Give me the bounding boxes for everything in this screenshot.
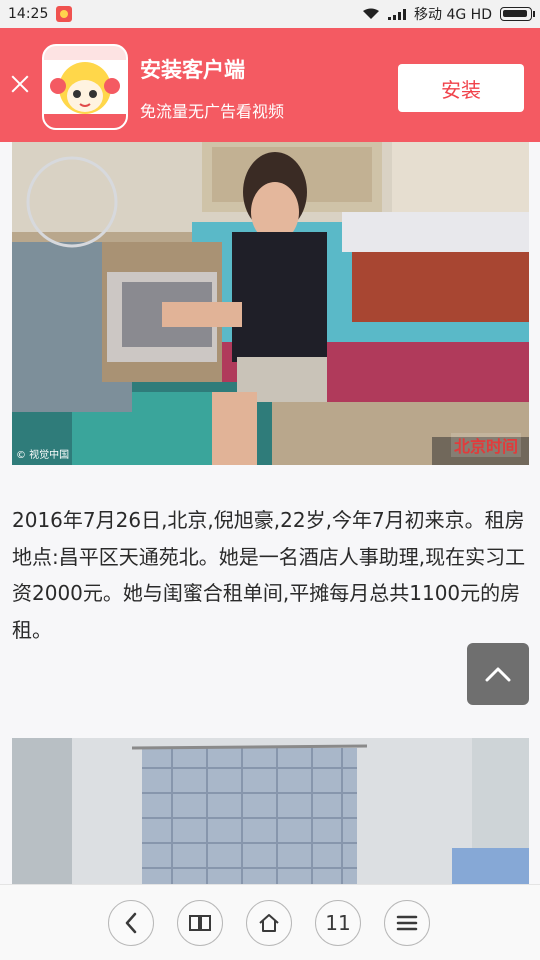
notification-icon — [56, 6, 73, 22]
article-paragraph: 2016年7月26日,北京,倪旭豪,22岁,今年7月初来京。租房地点:昌平区天通… — [12, 508, 526, 642]
banner-subtitle: 免流量无广告看视频 — [140, 102, 285, 121]
status-left: 14:25 — [8, 6, 73, 22]
status-time: 14:25 — [8, 6, 49, 22]
install-button[interactable]: 安装 — [398, 64, 524, 112]
book-icon — [189, 915, 211, 931]
photo-credit: © 视觉中国 — [16, 450, 70, 461]
back-button[interactable] — [108, 900, 154, 946]
article-photo-second[interactable] — [12, 738, 529, 884]
chevron-up-icon — [485, 667, 511, 682]
banner-title: 安装客户端 — [140, 58, 245, 82]
signal-icon — [388, 8, 407, 20]
article-photo-top[interactable]: © 视觉中国 北京时间 — [12, 142, 529, 465]
tabs-button[interactable]: 11 — [315, 900, 361, 946]
photo-watermark: 北京时间 — [450, 433, 521, 457]
wifi-icon — [362, 8, 380, 20]
tab-count: 11 — [325, 911, 351, 935]
home-icon — [259, 914, 279, 932]
menu-icon — [396, 915, 418, 931]
bottom-navigation-bar: 11 — [0, 884, 540, 960]
app-logo — [42, 44, 128, 130]
status-right: 移动 4G HD — [362, 4, 535, 24]
menu-button[interactable] — [384, 900, 430, 946]
scroll-to-top-button[interactable] — [467, 643, 529, 705]
app-install-banner: 安装客户端 免流量无广告看视频 安装 — [0, 28, 540, 142]
browser-page: 14:25 移动 4G HD 安装客户端 免流量无广告看视频 安装 © 视觉中国… — [0, 0, 540, 960]
close-icon[interactable] — [8, 72, 32, 96]
carrier-label: 移动 4G HD — [414, 7, 492, 23]
home-button[interactable] — [246, 900, 292, 946]
reading-mode-button[interactable] — [177, 900, 223, 946]
battery-icon — [500, 7, 535, 21]
status-bar: 14:25 移动 4G HD — [0, 0, 540, 28]
back-icon — [125, 912, 137, 934]
